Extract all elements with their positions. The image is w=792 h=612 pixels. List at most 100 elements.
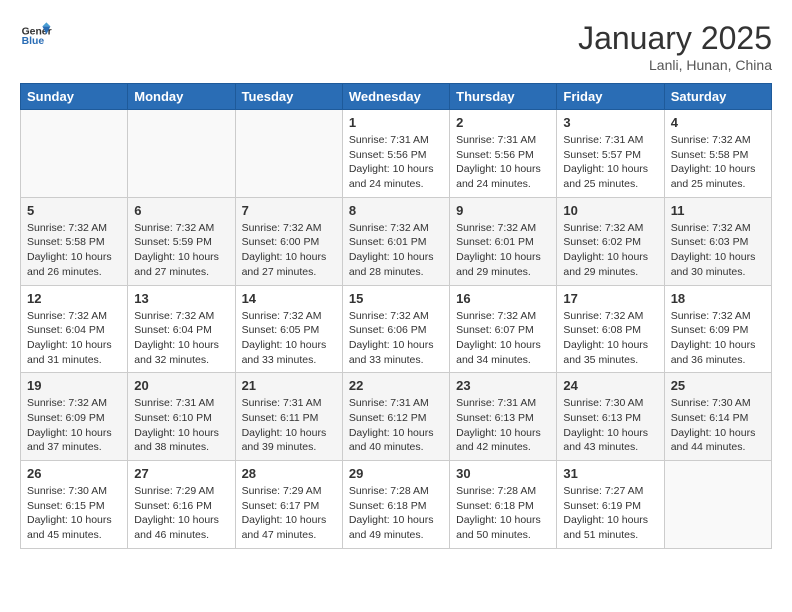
calendar-cell: 2Sunrise: 7:31 AMSunset: 5:56 PMDaylight… — [450, 110, 557, 198]
day-number: 21 — [242, 378, 336, 393]
day-info: Sunrise: 7:28 AMSunset: 6:18 PMDaylight:… — [349, 484, 443, 543]
day-info: Sunrise: 7:31 AMSunset: 5:57 PMDaylight:… — [563, 133, 657, 192]
svg-text:Blue: Blue — [22, 36, 45, 47]
day-number: 19 — [27, 378, 121, 393]
day-info: Sunrise: 7:30 AMSunset: 6:14 PMDaylight:… — [671, 396, 765, 455]
day-info: Sunrise: 7:27 AMSunset: 6:19 PMDaylight:… — [563, 484, 657, 543]
day-info: Sunrise: 7:32 AMSunset: 6:09 PMDaylight:… — [671, 309, 765, 368]
calendar-cell: 19 Sunrise: 7:32 AMSunset: 6:09 PMDayligh… — [21, 373, 128, 461]
weekday-header-row: SundayMondayTuesdayWednesdayThursdayFrid… — [21, 84, 772, 110]
day-number: 26 — [27, 466, 121, 481]
day-info: Sunrise: 7:32 AMSunset: 5:58 PMDaylight:… — [671, 133, 765, 192]
day-number: 30 — [456, 466, 550, 481]
calendar-cell: 14 Sunrise: 7:32 AMSunset: 6:05 PMDayligh… — [235, 285, 342, 373]
calendar-week-3: 12 Sunrise: 7:32 AMSunset: 6:04 PMDayligh… — [21, 285, 772, 373]
calendar-cell: 22 Sunrise: 7:31 AMSunset: 6:12 PMDayligh… — [342, 373, 449, 461]
day-number: 11 — [671, 203, 765, 218]
day-info: Sunrise: 7:28 AMSunset: 6:18 PMDaylight:… — [456, 484, 550, 543]
calendar-cell — [128, 110, 235, 198]
calendar-cell: 17Sunrise: 7:32 AMSunset: 6:08 PMDayligh… — [557, 285, 664, 373]
calendar-cell: 13 Sunrise: 7:32 AMSunset: 6:04 PMDayligh… — [128, 285, 235, 373]
day-info: Sunrise: 7:32 AMSunset: 5:59 PMDaylight:… — [134, 221, 228, 280]
day-number: 28 — [242, 466, 336, 481]
weekday-header-sunday: Sunday — [21, 84, 128, 110]
calendar-cell: 21 Sunrise: 7:31 AMSunset: 6:11 PMDayligh… — [235, 373, 342, 461]
calendar-cell: 1 Sunrise: 7:31 AMSunset: 5:56 PMDaylight… — [342, 110, 449, 198]
calendar-cell: 15Sunrise: 7:32 AMSunset: 6:06 PMDayligh… — [342, 285, 449, 373]
day-number: 4 — [671, 115, 765, 130]
day-number: 18 — [671, 291, 765, 306]
calendar-cell: 6 Sunrise: 7:32 AMSunset: 5:59 PMDaylight… — [128, 197, 235, 285]
day-info: Sunrise: 7:32 AMSunset: 6:05 PMDaylight:… — [242, 309, 336, 368]
calendar-cell: 26 Sunrise: 7:30 AMSunset: 6:15 PMDayligh… — [21, 461, 128, 549]
day-number: 5 — [27, 203, 121, 218]
day-info: Sunrise: 7:32 AMSunset: 6:04 PMDaylight:… — [27, 309, 121, 368]
weekday-header-monday: Monday — [128, 84, 235, 110]
day-number: 16 — [456, 291, 550, 306]
day-info: Sunrise: 7:29 AMSunset: 6:17 PMDaylight:… — [242, 484, 336, 543]
day-info: Sunrise: 7:32 AMSunset: 6:00 PMDaylight:… — [242, 221, 336, 280]
day-info: Sunrise: 7:32 AMSunset: 6:02 PMDaylight:… — [563, 221, 657, 280]
calendar-table: SundayMondayTuesdayWednesdayThursdayFrid… — [20, 83, 772, 549]
day-info: Sunrise: 7:32 AMSunset: 6:01 PMDaylight:… — [349, 221, 443, 280]
day-number: 27 — [134, 466, 228, 481]
day-info: Sunrise: 7:31 AMSunset: 5:56 PMDaylight:… — [456, 133, 550, 192]
day-number: 8 — [349, 203, 443, 218]
day-info: Sunrise: 7:32 AMSunset: 6:04 PMDaylight:… — [134, 309, 228, 368]
day-info: Sunrise: 7:32 AMSunset: 6:03 PMDaylight:… — [671, 221, 765, 280]
day-info: Sunrise: 7:31 AMSunset: 6:10 PMDaylight:… — [134, 396, 228, 455]
weekday-header-tuesday: Tuesday — [235, 84, 342, 110]
day-number: 14 — [242, 291, 336, 306]
location: Lanli, Hunan, China — [578, 57, 772, 73]
calendar-cell: 29 Sunrise: 7:28 AMSunset: 6:18 PMDayligh… — [342, 461, 449, 549]
day-number: 3 — [563, 115, 657, 130]
day-info: Sunrise: 7:32 AMSunset: 6:09 PMDaylight:… — [27, 396, 121, 455]
calendar-cell: 27Sunrise: 7:29 AMSunset: 6:16 PMDayligh… — [128, 461, 235, 549]
day-info: Sunrise: 7:31 AMSunset: 6:12 PMDaylight:… — [349, 396, 443, 455]
calendar-cell — [21, 110, 128, 198]
day-number: 9 — [456, 203, 550, 218]
day-number: 13 — [134, 291, 228, 306]
day-number: 24 — [563, 378, 657, 393]
calendar-cell: 9Sunrise: 7:32 AMSunset: 6:01 PMDaylight… — [450, 197, 557, 285]
title-block: January 2025 Lanli, Hunan, China — [578, 20, 772, 73]
calendar-week-5: 26 Sunrise: 7:30 AMSunset: 6:15 PMDayligh… — [21, 461, 772, 549]
day-number: 22 — [349, 378, 443, 393]
day-number: 12 — [27, 291, 121, 306]
calendar-cell: 28 Sunrise: 7:29 AMSunset: 6:17 PMDayligh… — [235, 461, 342, 549]
day-info: Sunrise: 7:30 AMSunset: 6:13 PMDaylight:… — [563, 396, 657, 455]
weekday-header-thursday: Thursday — [450, 84, 557, 110]
calendar-cell: 18 Sunrise: 7:32 AMSunset: 6:09 PMDayligh… — [664, 285, 771, 373]
calendar-cell: 25Sunrise: 7:30 AMSunset: 6:14 PMDayligh… — [664, 373, 771, 461]
weekday-header-wednesday: Wednesday — [342, 84, 449, 110]
day-info: Sunrise: 7:31 AMSunset: 5:56 PMDaylight:… — [349, 133, 443, 192]
day-info: Sunrise: 7:32 AMSunset: 6:07 PMDaylight:… — [456, 309, 550, 368]
calendar-cell: 4 Sunrise: 7:32 AMSunset: 5:58 PMDaylight… — [664, 110, 771, 198]
day-number: 1 — [349, 115, 443, 130]
day-info: Sunrise: 7:31 AMSunset: 6:11 PMDaylight:… — [242, 396, 336, 455]
calendar-cell: 10Sunrise: 7:32 AMSunset: 6:02 PMDayligh… — [557, 197, 664, 285]
day-number: 23 — [456, 378, 550, 393]
calendar-cell: 12 Sunrise: 7:32 AMSunset: 6:04 PMDayligh… — [21, 285, 128, 373]
logo: General Blue — [20, 20, 52, 52]
day-info: Sunrise: 7:32 AMSunset: 6:06 PMDaylight:… — [349, 309, 443, 368]
day-number: 29 — [349, 466, 443, 481]
calendar-cell — [664, 461, 771, 549]
weekday-header-friday: Friday — [557, 84, 664, 110]
calendar-cell: 8 Sunrise: 7:32 AMSunset: 6:01 PMDaylight… — [342, 197, 449, 285]
day-info: Sunrise: 7:31 AMSunset: 6:13 PMDaylight:… — [456, 396, 550, 455]
day-info: Sunrise: 7:30 AMSunset: 6:15 PMDaylight:… — [27, 484, 121, 543]
day-number: 6 — [134, 203, 228, 218]
calendar-cell: 30 Sunrise: 7:28 AMSunset: 6:18 PMDayligh… — [450, 461, 557, 549]
calendar-cell: 20Sunrise: 7:31 AMSunset: 6:10 PMDayligh… — [128, 373, 235, 461]
calendar-cell: 3 Sunrise: 7:31 AMSunset: 5:57 PMDaylight… — [557, 110, 664, 198]
calendar-week-2: 5 Sunrise: 7:32 AMSunset: 5:58 PMDaylight… — [21, 197, 772, 285]
day-number: 7 — [242, 203, 336, 218]
day-info: Sunrise: 7:32 AMSunset: 5:58 PMDaylight:… — [27, 221, 121, 280]
calendar-cell: 7 Sunrise: 7:32 AMSunset: 6:00 PMDaylight… — [235, 197, 342, 285]
calendar-cell: 24 Sunrise: 7:30 AMSunset: 6:13 PMDayligh… — [557, 373, 664, 461]
day-info: Sunrise: 7:32 AMSunset: 6:08 PMDaylight:… — [563, 309, 657, 368]
page-header: General Blue January 2025 Lanli, Hunan, … — [20, 20, 772, 73]
calendar-cell: 11 Sunrise: 7:32 AMSunset: 6:03 PMDayligh… — [664, 197, 771, 285]
calendar-cell: 31Sunrise: 7:27 AMSunset: 6:19 PMDayligh… — [557, 461, 664, 549]
